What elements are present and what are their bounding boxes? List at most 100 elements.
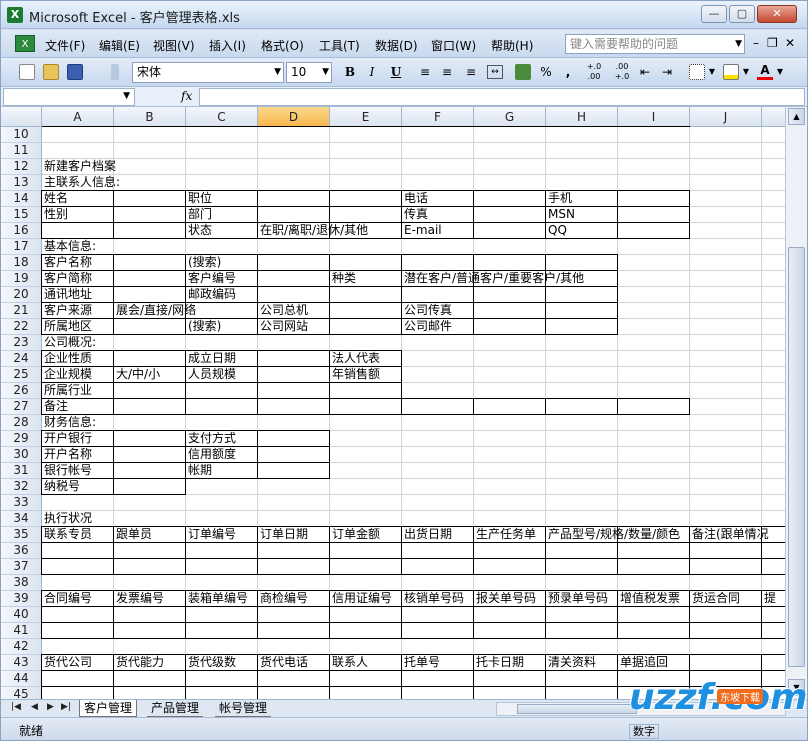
- column-header[interactable]: G: [474, 107, 546, 127]
- cell-E43[interactable]: 联系人: [330, 655, 368, 670]
- first-sheet-icon[interactable]: |◀: [11, 702, 21, 712]
- row-header[interactable]: 31: [1, 463, 42, 479]
- cell-A15[interactable]: 性别: [42, 207, 68, 222]
- doc-restore-button[interactable]: ❐: [767, 36, 778, 50]
- cell-K39[interactable]: 提: [762, 591, 776, 606]
- cell-F35[interactable]: 出货日期: [402, 527, 452, 542]
- cell-B39[interactable]: 发票编号: [114, 591, 164, 606]
- row-header[interactable]: 21: [1, 303, 42, 319]
- row-header[interactable]: 19: [1, 271, 42, 287]
- cell-C15[interactable]: 部门: [186, 207, 212, 222]
- toolbar-handle-icon[interactable]: [111, 64, 119, 80]
- cell-D16[interactable]: 在职/离职/退休/其他: [258, 223, 368, 238]
- increase-decimal-button[interactable]: +.0 .00: [581, 62, 607, 82]
- font-color-icon[interactable]: A: [757, 62, 773, 80]
- cell-A23[interactable]: 公司概况:: [42, 335, 96, 350]
- row-header[interactable]: 22: [1, 319, 42, 335]
- new-file-icon[interactable]: [19, 64, 35, 80]
- cell-A39[interactable]: 合同编号: [42, 591, 92, 606]
- workbook-icon[interactable]: X: [15, 35, 35, 52]
- cell-C22[interactable]: (搜索): [186, 319, 221, 334]
- row-header[interactable]: 39: [1, 591, 42, 607]
- cell-E19[interactable]: 种类: [330, 271, 356, 286]
- hscroll-thumb[interactable]: [517, 704, 637, 714]
- column-header[interactable]: C: [186, 107, 258, 127]
- cell-D22[interactable]: 公司网站: [258, 319, 308, 334]
- align-center-icon[interactable]: ≡: [439, 62, 455, 82]
- cell-B25[interactable]: 大/中/小: [114, 367, 160, 382]
- row-header[interactable]: 38: [1, 575, 42, 591]
- cell-F22[interactable]: 公司邮件: [402, 319, 452, 334]
- cell-E25[interactable]: 年销售额: [330, 367, 380, 382]
- cell-A34[interactable]: 执行状况: [42, 511, 92, 526]
- cell-A30[interactable]: 开户名称: [42, 447, 92, 462]
- row-header[interactable]: 11: [1, 143, 42, 159]
- cell-I39[interactable]: 增值税发票: [618, 591, 680, 606]
- row-header[interactable]: 43: [1, 655, 42, 671]
- close-button[interactable]: ✕: [757, 5, 797, 23]
- cell-B43[interactable]: 货代能力: [114, 655, 164, 670]
- row-header[interactable]: 10: [1, 127, 42, 143]
- row-header[interactable]: 12: [1, 159, 42, 175]
- italic-button[interactable]: I: [365, 62, 379, 82]
- formula-input[interactable]: [199, 88, 805, 106]
- row-header[interactable]: 35: [1, 527, 42, 543]
- cell-E24[interactable]: 法人代表: [330, 351, 380, 366]
- cell-E35[interactable]: 订单金额: [330, 527, 380, 542]
- chevron-down-icon[interactable]: ▼: [322, 63, 329, 82]
- row-header[interactable]: 16: [1, 223, 42, 239]
- cell-A22[interactable]: 所属地区: [42, 319, 92, 334]
- chevron-down-icon[interactable]: ▼: [274, 63, 281, 82]
- excel-icon[interactable]: X: [7, 7, 23, 23]
- cell-B21[interactable]: 展会/直接/网络: [114, 303, 196, 318]
- cell-G43[interactable]: 托卡日期: [474, 655, 524, 670]
- cell-F15[interactable]: 传真: [402, 207, 428, 222]
- chevron-down-icon[interactable]: ▼: [707, 62, 717, 82]
- cell-B35[interactable]: 跟单员: [114, 527, 152, 542]
- menu-data[interactable]: 数据(D): [375, 37, 418, 54]
- row-header[interactable]: 13: [1, 175, 42, 191]
- column-header[interactable]: I: [618, 107, 690, 127]
- cell-F43[interactable]: 托单号: [402, 655, 440, 670]
- align-right-icon[interactable]: ≡: [463, 62, 479, 82]
- cell-C29[interactable]: 支付方式: [186, 431, 236, 446]
- cell-C14[interactable]: 职位: [186, 191, 212, 206]
- row-header[interactable]: 37: [1, 559, 42, 575]
- function-icon[interactable]: fx: [181, 89, 192, 103]
- cell-F39[interactable]: 核销单号码: [402, 591, 464, 606]
- cell-A25[interactable]: 企业规模: [42, 367, 92, 382]
- fill-color-icon[interactable]: [723, 64, 739, 80]
- cell-H43[interactable]: 清关资料: [546, 655, 596, 670]
- doc-close-button[interactable]: ✕: [785, 36, 795, 50]
- save-icon[interactable]: [67, 64, 83, 80]
- scroll-up-icon[interactable]: ▲: [788, 108, 805, 125]
- cell-I43[interactable]: 单据追回: [618, 655, 668, 670]
- cell-J39[interactable]: 货运合同: [690, 591, 740, 606]
- bold-button[interactable]: B: [343, 62, 357, 82]
- cell-A27[interactable]: 备注: [42, 399, 68, 414]
- menu-window[interactable]: 窗口(W): [431, 37, 476, 54]
- cell-D43[interactable]: 货代电话: [258, 655, 308, 670]
- column-header[interactable]: F: [402, 107, 474, 127]
- menu-file[interactable]: 文件(F): [45, 37, 85, 54]
- cell-A14[interactable]: 姓名: [42, 191, 68, 206]
- cell-A13[interactable]: 主联系人信息:: [42, 175, 120, 190]
- menu-help[interactable]: 帮助(H): [491, 37, 533, 54]
- cell-A19[interactable]: 客户简称: [42, 271, 92, 286]
- column-header[interactable]: A: [42, 107, 114, 127]
- cell-C43[interactable]: 货代级数: [186, 655, 236, 670]
- cell-F16[interactable]: E-mail: [402, 223, 442, 238]
- row-header[interactable]: 33: [1, 495, 42, 511]
- cell-A32[interactable]: 纳税号: [42, 479, 80, 494]
- chevron-down-icon[interactable]: ▼: [775, 62, 785, 82]
- cell-H35[interactable]: 产品型号/规格/数量/颜色: [546, 527, 680, 542]
- font-name-select[interactable]: 宋体 ▼: [132, 62, 284, 83]
- row-header[interactable]: 36: [1, 543, 42, 559]
- row-header[interactable]: 42: [1, 639, 42, 655]
- cell-G39[interactable]: 报关单号码: [474, 591, 536, 606]
- menu-format[interactable]: 格式(O): [261, 37, 304, 54]
- row-header[interactable]: 18: [1, 255, 42, 271]
- cell-A18[interactable]: 客户名称: [42, 255, 92, 270]
- sheet-tab-account[interactable]: 帐号管理: [215, 700, 272, 717]
- row-header[interactable]: 14: [1, 191, 42, 207]
